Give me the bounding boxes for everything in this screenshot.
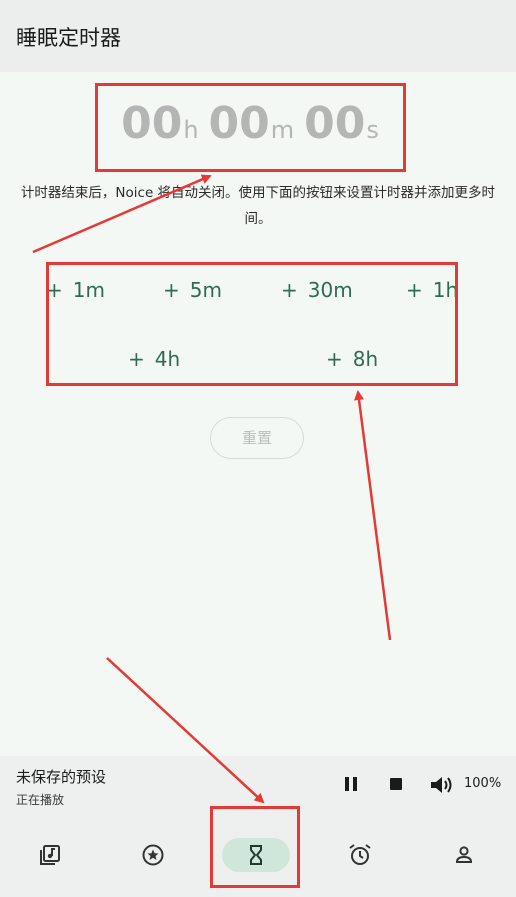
arrow-to-timer-tab	[106, 657, 265, 804]
arrow-to-add-buttons	[354, 390, 392, 641]
annotation-arrows	[32, 174, 392, 804]
arrow-to-timer	[32, 174, 212, 254]
